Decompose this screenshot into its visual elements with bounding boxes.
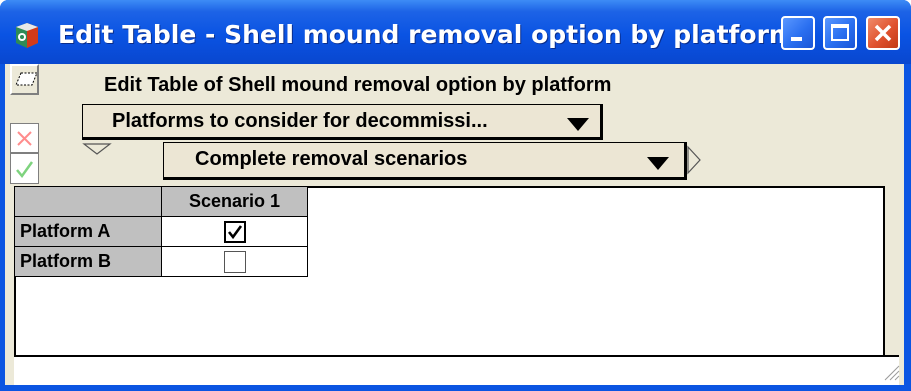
ok-check-icon	[16, 161, 34, 179]
edit-table-window: Edit Table - Shell mound removal option …	[0, 0, 911, 391]
column-header: Scenario 1	[161, 186, 308, 217]
dropdown-arrow-icon	[647, 157, 669, 170]
status-strip	[14, 355, 899, 385]
row-header: Platform B	[14, 246, 162, 277]
maximize-icon	[831, 24, 849, 41]
table-cell	[161, 216, 308, 247]
dropdown-arrow-icon	[567, 118, 589, 131]
ok-button[interactable]	[10, 153, 39, 184]
side-spacer	[10, 95, 39, 123]
edit-table: Scenario 1 Platform A Platform B	[14, 186, 308, 277]
window-bottom-border	[0, 385, 911, 391]
dropdown-label: Platforms to consider for decommissi...	[112, 110, 488, 132]
dropdown-label: Complete removal scenarios	[195, 148, 468, 170]
edit-table-button[interactable]	[10, 64, 39, 95]
row-header: Platform A	[14, 216, 162, 247]
app-icon	[16, 23, 38, 48]
pivot-right-arrow-icon[interactable]	[686, 145, 704, 177]
edit-table-icon	[15, 72, 38, 86]
maximize-button[interactable]	[823, 16, 857, 50]
minimize-icon	[791, 37, 802, 41]
close-icon	[874, 24, 892, 42]
edit-table-heading: Edit Table of Shell mound removal option…	[104, 74, 612, 96]
window-title: Edit Table - Shell mound removal option …	[58, 20, 795, 49]
close-button[interactable]	[866, 16, 900, 50]
index-dropdown-platforms[interactable]: Platforms to consider for decommissi...	[82, 104, 603, 140]
checkmark-icon	[227, 224, 242, 239]
cancel-button[interactable]	[10, 123, 39, 153]
checkbox-platform-b[interactable]	[223, 250, 246, 273]
minimize-button[interactable]	[781, 16, 815, 50]
title-bar[interactable]: Edit Table - Shell mound removal option …	[0, 0, 911, 64]
table-corner-cell	[14, 186, 162, 217]
cancel-x-icon	[17, 131, 32, 146]
table-cell	[161, 246, 308, 277]
checkbox-platform-a[interactable]	[223, 220, 246, 243]
index-dropdown-scenarios[interactable]: Complete removal scenarios	[163, 142, 687, 180]
expand-triangle-icon[interactable]	[82, 142, 112, 158]
resize-grip-icon[interactable]	[881, 360, 901, 382]
